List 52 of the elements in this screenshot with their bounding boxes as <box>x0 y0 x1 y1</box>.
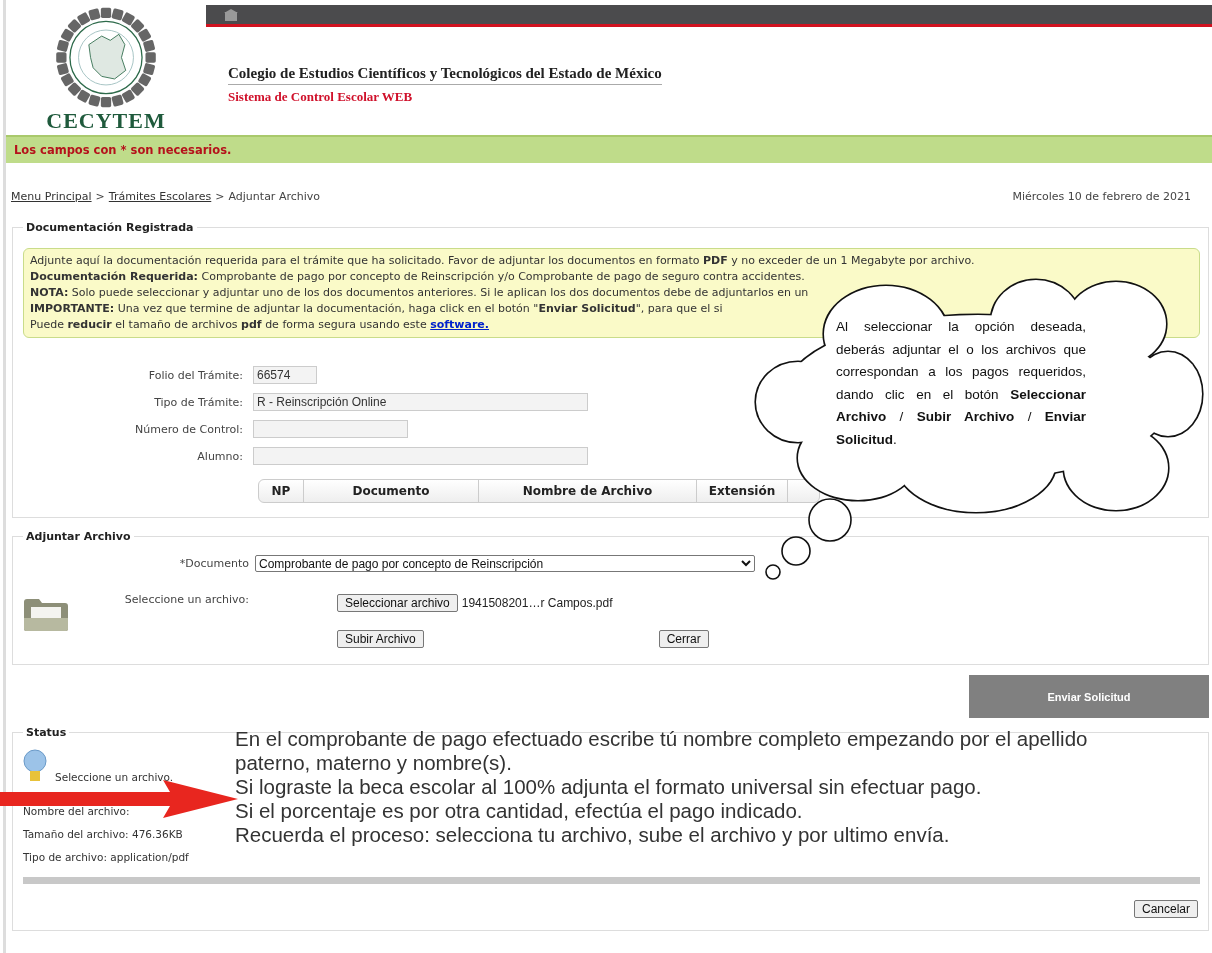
software-link[interactable]: software. <box>430 318 489 331</box>
field-label: *Documento <box>178 557 249 570</box>
annotation-text: En el comprobante de pago efectuado escribe tú nombre completo empezando por el apellido paterno, materno y nombre(s). <box>235 727 1089 775</box>
file-detail: Tipo de archivo: application/pdf <box>23 851 190 863</box>
input-field[interactable] <box>253 420 408 438</box>
institution-title: Colegio de Estudios Científicos y Tecnológicos del Estado de México <box>228 65 662 85</box>
instruction-text: NOTA: Solo puede seleccionar y adjuntar uno de los dos documentos anteriores. Si le aplican los dos documentos debe de adjuntarlos en un <box>30 285 809 301</box>
current-date: Miércoles 10 de febrero de 2021 <box>1012 189 1191 203</box>
document-select[interactable]: Comprobante de pago por concepto de Reinscripción <box>255 555 755 572</box>
close-button[interactable]: Cerrar <box>658 630 709 648</box>
file-detail: Tamaño del archivo: 476.36KB <box>23 828 184 840</box>
file-detail: Nombre del archivo: <box>23 805 131 817</box>
breadcrumb-link[interactable]: Trámites Escolares <box>108 189 212 203</box>
instruction-text: Adjunte aquí la documentación requerida para el trámite que ha solicitado. Favor de adjuntar los documentos en formato PDF y no exceder de un 1 Megabyte por archivo. <box>30 253 975 269</box>
instruction-text: Documentación Requerida: Comprobante de pago por concepto de Reinscripción y/o Comprobante de pago de seguro contra accidentes. <box>30 269 805 285</box>
required-notice: Los campos con * son necesarios. <box>6 135 1212 163</box>
section-legend: Status <box>23 726 70 739</box>
field-label: Número de Control: <box>134 422 243 436</box>
input-field[interactable]: R - Reinscripción Online <box>253 393 588 411</box>
annotation-text: Si lograste la beca escolar al 100% adjunta el formato universal sin efectuar pago. <box>235 775 983 799</box>
column-header: Nombre de Archivo <box>479 480 697 502</box>
input-field[interactable] <box>253 447 588 465</box>
status-message: Seleccione un archivo. <box>55 771 174 783</box>
breadcrumb-separator: > <box>215 189 225 203</box>
instruction-text: IMPORTANTE: Una vez que termine de adjuntar la documentación, haga click en el botón "Enviar Solicitud", para que el si <box>30 301 723 317</box>
chevron-down-icon <box>741 560 751 567</box>
breadcrumb-link[interactable]: Menu Principal <box>11 189 92 203</box>
upload-button[interactable]: Subir Archivo <box>337 630 424 648</box>
file-name: 1941508201…r Campos.pdf <box>461 596 613 610</box>
lightbulb-icon <box>23 749 47 783</box>
field-label: Tipo de Trámite: <box>153 395 243 409</box>
input-field[interactable]: 66574 <box>253 366 317 384</box>
breadcrumb-current: Adjuntar Archivo <box>228 189 320 203</box>
column-header: Extensión <box>697 480 788 502</box>
field-label: Alumno: <box>196 449 243 463</box>
folder-icon <box>23 598 69 632</box>
logo-text: CECYTEM <box>46 109 166 133</box>
column-header: Documento <box>304 480 479 502</box>
instruction-text: Puede reducir el tamaño de archivos pdf de forma segura usando este software. <box>30 317 489 333</box>
section-legend: Adjuntar Archivo <box>23 530 134 543</box>
select-file-button[interactable]: Seleccionar archivo <box>337 594 458 612</box>
cancel-button[interactable]: Cancelar <box>1133 900 1198 918</box>
column-header: NP <box>259 480 304 502</box>
field-label: Folio del Trámite: <box>147 368 243 382</box>
callout-text: Al seleccionar la opción deseada, deberás adjuntar el o los archivos que correspondan a los pagos requeridos, dando clic en el botón Seleccionar Archivo / Subir Archivo / Enviar Solicitud. <box>836 318 1086 449</box>
section-legend: Documentación Registrada <box>23 221 197 234</box>
send-request-button[interactable]: Enviar Solicitud <box>969 675 1209 718</box>
annotation-text: Si el porcentaje es por otra cantidad, efectúa el pago indicado. <box>235 799 804 823</box>
field-label: Seleccione un archivo: <box>123 592 249 606</box>
annotation-text: Recuerda el proceso: selecciona tu archivo, sube el archivo y por ultimo envía. <box>235 823 951 847</box>
system-title: Sistema de Control Escolar WEB <box>228 89 414 105</box>
breadcrumb-separator: > <box>95 189 105 203</box>
